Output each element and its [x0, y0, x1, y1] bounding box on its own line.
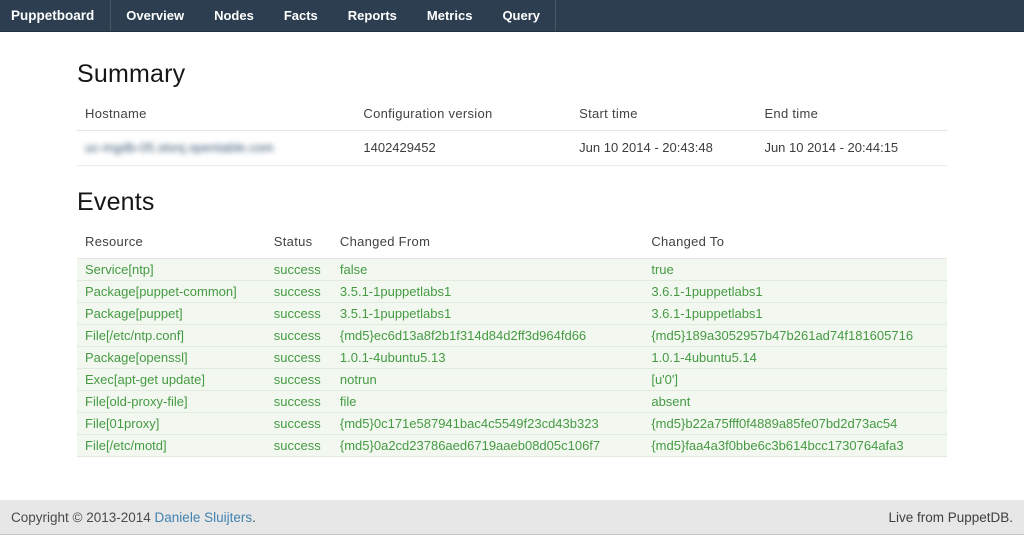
author-link[interactable]: Daniele Sluijters [155, 510, 253, 525]
nav-item-reports[interactable]: Reports [333, 0, 412, 31]
top-navbar: Puppetboard OverviewNodesFactsReportsMet… [0, 0, 1024, 32]
event-status: success [266, 347, 332, 369]
nav-item-nodes[interactable]: Nodes [199, 0, 269, 31]
event-changed-to: {md5}189a3052957b47b261ad74f181605716 [643, 325, 947, 347]
page-footer: Copyright © 2013-2014 Daniele Sluijters.… [0, 500, 1024, 535]
event-resource: Exec[apt-get update] [77, 369, 266, 391]
event-resource: File[/etc/motd] [77, 435, 266, 457]
event-status: success [266, 413, 332, 435]
events-section-title: Events [77, 188, 947, 217]
event-resource: Package[puppet] [77, 303, 266, 325]
event-resource: File[/etc/ntp.conf] [77, 325, 266, 347]
navbar-items: OverviewNodesFactsReportsMetricsQuery [111, 0, 555, 31]
event-changed-from: 3.5.1-1puppetlabs1 [332, 281, 643, 303]
event-changed-to: [u'0'] [643, 369, 947, 391]
event-row: Package[puppet-common] success 3.5.1-1pu… [77, 281, 947, 303]
event-changed-from: {md5}0a2cd23786aed6719aaeb08d05c106f7 [332, 435, 643, 457]
summary-col-configuration-version: Configuration version [355, 99, 571, 131]
events-header-row: Resource Status Changed From Changed To [77, 227, 947, 259]
event-status: success [266, 259, 332, 281]
summary-col-end-time: End time [756, 99, 947, 131]
nav-item-facts[interactable]: Facts [269, 0, 333, 31]
event-status: success [266, 281, 332, 303]
event-changed-to: absent [643, 391, 947, 413]
copyright-text: Copyright © 2013-2014 Daniele Sluijters. [11, 510, 256, 525]
copyright-suffix: . [252, 510, 256, 525]
event-resource: Package[openssl] [77, 347, 266, 369]
event-row: File[old-proxy-file] success file absent [77, 391, 947, 413]
event-row: File[01proxy] success {md5}0c171e587941b… [77, 413, 947, 435]
event-changed-from: notrun [332, 369, 643, 391]
event-resource: File[old-proxy-file] [77, 391, 266, 413]
event-row: Package[puppet] success 3.5.1-1puppetlab… [77, 303, 947, 325]
event-status: success [266, 325, 332, 347]
event-changed-to: 3.6.1-1puppetlabs1 [643, 281, 947, 303]
event-status: success [266, 303, 332, 325]
events-col-status: Status [266, 227, 332, 259]
event-status: success [266, 435, 332, 457]
configuration-version-value: 1402429452 [355, 131, 571, 166]
summary-row: uc-mgdb-05.stsnj.opentable.com 140242945… [77, 131, 947, 166]
event-row: Package[openssl] success 1.0.1-4ubuntu5.… [77, 347, 947, 369]
event-changed-from: file [332, 391, 643, 413]
navbar-brand-puppetboard[interactable]: Puppetboard [0, 0, 110, 31]
event-changed-from: {md5}0c171e587941bac4c5549f23cd43b323 [332, 413, 643, 435]
end-time-value: Jun 10 2014 - 20:44:15 [756, 131, 947, 166]
event-status: success [266, 369, 332, 391]
events-col-changed-from: Changed From [332, 227, 643, 259]
event-changed-from: {md5}ec6d13a8f2b1f314d84d2ff3d964fd66 [332, 325, 643, 347]
event-changed-to: 3.6.1-1puppetlabs1 [643, 303, 947, 325]
nav-item-metrics[interactable]: Metrics [412, 0, 488, 31]
event-row: Exec[apt-get update] success notrun [u'0… [77, 369, 947, 391]
event-changed-to: 1.0.1-4ubuntu5.14 [643, 347, 947, 369]
navbar-divider [555, 0, 556, 31]
nav-item-overview[interactable]: Overview [111, 0, 199, 31]
hostname-link[interactable]: uc-mgdb-05.stsnj.opentable.com [85, 140, 274, 155]
copyright-prefix: Copyright © 2013-2014 [11, 510, 155, 525]
summary-col-start-time: Start time [571, 99, 756, 131]
nav-item-query[interactable]: Query [487, 0, 555, 31]
event-changed-to: {md5}b22a75fff0f4889a85fe07bd2d73ac54 [643, 413, 947, 435]
event-resource: File[01proxy] [77, 413, 266, 435]
summary-col-hostname: Hostname [77, 99, 355, 131]
summary-header-row: Hostname Configuration version Start tim… [77, 99, 947, 131]
main-content: Summary Hostname Configuration version S… [77, 60, 947, 457]
events-table: Resource Status Changed From Changed To … [77, 227, 947, 457]
event-resource: Package[puppet-common] [77, 281, 266, 303]
event-row: Service[ntp] success false true [77, 259, 947, 281]
event-resource: Service[ntp] [77, 259, 266, 281]
summary-section-title: Summary [77, 60, 947, 89]
event-changed-from: 3.5.1-1puppetlabs1 [332, 303, 643, 325]
events-col-resource: Resource [77, 227, 266, 259]
event-changed-to: true [643, 259, 947, 281]
live-from-puppetdb-label: Live from PuppetDB. [888, 510, 1013, 525]
event-status: success [266, 391, 332, 413]
start-time-value: Jun 10 2014 - 20:43:48 [571, 131, 756, 166]
event-row: File[/etc/motd] success {md5}0a2cd23786a… [77, 435, 947, 457]
events-col-changed-to: Changed To [643, 227, 947, 259]
event-changed-to: {md5}faa4a3f0bbe6c3b614bcc1730764afa3 [643, 435, 947, 457]
event-row: File[/etc/ntp.conf] success {md5}ec6d13a… [77, 325, 947, 347]
summary-table: Hostname Configuration version Start tim… [77, 99, 947, 166]
event-changed-from: 1.0.1-4ubuntu5.13 [332, 347, 643, 369]
event-changed-from: false [332, 259, 643, 281]
